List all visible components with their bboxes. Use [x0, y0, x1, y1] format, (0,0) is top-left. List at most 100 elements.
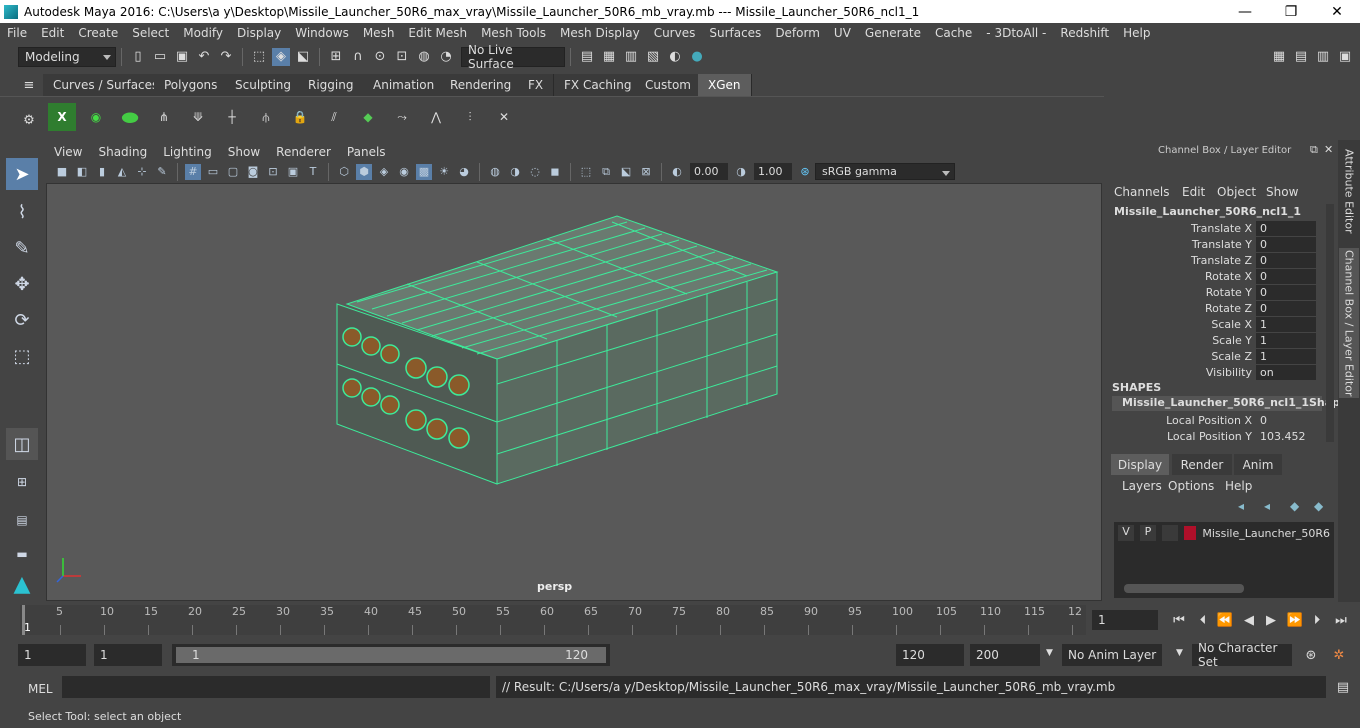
shelf-tab-rigging[interactable]: Rigging	[298, 74, 365, 96]
cb-menu-channels[interactable]: Channels	[1114, 185, 1170, 199]
layer-menu-layers[interactable]: Layers	[1122, 479, 1162, 493]
channel-translate-z[interactable]: Translate Z 0	[1104, 252, 1326, 268]
ipr-render-icon[interactable]: ▥	[622, 48, 640, 66]
cb-menu-edit[interactable]: Edit	[1182, 185, 1205, 199]
color-space-dropdown[interactable]: sRGB gamma	[815, 163, 955, 180]
playback-start-field[interactable]: 1	[94, 644, 162, 666]
tab-attribute-editor[interactable]: Attribute Editor	[1339, 144, 1359, 239]
channel-value[interactable]: 0	[1256, 413, 1316, 428]
move-layer-down-icon[interactable]: ◂	[1264, 499, 1270, 513]
snap-curve-icon[interactable]: ∩	[349, 48, 367, 66]
create-description-icon[interactable]: ⬬	[116, 103, 144, 131]
select-component-icon[interactable]: ⬕	[294, 48, 312, 66]
grease-pencil-icon[interactable]: ✎	[154, 164, 170, 180]
menu-uv[interactable]: UV	[827, 26, 858, 40]
vp-menu-view[interactable]: View	[46, 145, 90, 159]
vp-menu-panels[interactable]: Panels	[339, 145, 394, 159]
smooth-shade-icon[interactable]: ⬢	[356, 163, 372, 180]
character-set-dropdown[interactable]: No Character Set	[1192, 641, 1292, 669]
backface-icon[interactable]: ⊠	[638, 164, 654, 180]
redo-icon[interactable]: ↷	[217, 48, 235, 66]
script-editor-icon[interactable]: ▤	[1334, 678, 1352, 696]
lock-guide-icon[interactable]: 🔒	[286, 103, 314, 131]
channel-value[interactable]: 0	[1256, 252, 1316, 268]
add-guide-plus-icon[interactable]: ┼	[218, 103, 246, 131]
menu-select[interactable]: Select	[125, 26, 176, 40]
maya-home-icon[interactable]: ▲	[6, 568, 38, 600]
close-button[interactable]: ✕	[1314, 4, 1360, 20]
channel-rotate-y[interactable]: Rotate Y 0	[1104, 284, 1326, 300]
channel-value[interactable]: 0	[1256, 268, 1316, 284]
channel-value[interactable]: 1	[1256, 348, 1316, 364]
play-forwards-icon[interactable]: ▶	[1262, 611, 1280, 629]
toggle-panel-icon[interactable]: ▤	[1292, 48, 1310, 66]
play-backwards-icon[interactable]: ◀	[1240, 611, 1258, 629]
resolution-gate-icon[interactable]: ▢	[225, 164, 241, 180]
channel-local-position-x[interactable]: Local Position X 0	[1104, 412, 1326, 428]
sculpt-brush-icon[interactable]: ⤳	[388, 103, 416, 131]
menu-help[interactable]: Help	[1116, 26, 1157, 40]
hair-brush-icon[interactable]: ⋀	[422, 103, 450, 131]
wireframe-on-shaded-icon[interactable]: ◈	[376, 164, 392, 180]
channel-scale-z[interactable]: Scale Z 1	[1104, 348, 1326, 364]
layer-name[interactable]: Missile_Launcher_50R6	[1202, 527, 1330, 540]
float-panel-icon[interactable]: ⧉	[1310, 143, 1318, 157]
layer-menu-help[interactable]: Help	[1225, 479, 1252, 493]
channel-scrollbar[interactable]	[1326, 204, 1334, 442]
textured-icon[interactable]: ◉	[396, 164, 412, 180]
layer-row[interactable]: V P Missile_Launcher_50R6	[1118, 524, 1330, 542]
range-slider-handle[interactable]: 1 120	[176, 647, 606, 663]
interactive-groom-icon[interactable]: ◆	[354, 103, 382, 131]
isolate-select-icon[interactable]: ⬚	[578, 164, 594, 180]
toggle-layers-icon[interactable]: ▣	[1336, 48, 1354, 66]
new-scene-icon[interactable]: ▯	[129, 48, 147, 66]
gamma-field[interactable]: 1.00	[754, 163, 792, 180]
shelf-tab-rendering[interactable]: Rendering	[440, 74, 523, 96]
wireframe-icon[interactable]: ⬡	[336, 164, 352, 180]
outliner-layout-icon[interactable]: ▤	[6, 504, 38, 536]
channel-value[interactable]: 103.452	[1256, 429, 1316, 444]
toggle-channelbox-icon[interactable]: ▥	[1314, 48, 1332, 66]
layer-color-swatch[interactable]	[1183, 526, 1197, 540]
select-camera-icon[interactable]: ■	[54, 164, 70, 180]
render-settings-icon[interactable]: ▤	[578, 48, 596, 66]
grid-icon[interactable]: #	[185, 163, 201, 180]
shelf-tab-xgen[interactable]: XGen	[698, 74, 752, 96]
layer-type-toggle[interactable]	[1161, 525, 1178, 541]
sculpt-guide-icon[interactable]: ⫛	[252, 103, 280, 131]
save-scene-icon[interactable]: ▣	[173, 48, 191, 66]
image-plane-icon[interactable]: ◭	[114, 164, 130, 180]
xray-active-icon[interactable]: ⬕	[618, 164, 634, 180]
bookmark-icon[interactable]: ▮	[94, 164, 110, 180]
safe-action-icon[interactable]: ▣	[285, 164, 301, 180]
menu-surfaces[interactable]: Surfaces	[702, 26, 768, 40]
menu-file[interactable]: File	[0, 26, 34, 40]
single-perspective-layout-icon[interactable]: ◫	[6, 428, 38, 460]
paint-select-tool-icon[interactable]: ✎	[6, 232, 38, 264]
new-layer-icon[interactable]: ◆	[1290, 499, 1299, 513]
step-forward-key-icon[interactable]: ⏩	[1286, 611, 1304, 629]
undo-icon[interactable]: ↶	[195, 48, 213, 66]
scene-start-field[interactable]: 1	[18, 644, 86, 666]
select-object-icon[interactable]: ◈	[272, 47, 290, 66]
go-to-end-icon[interactable]: ⏭	[1332, 611, 1350, 629]
film-gate-icon[interactable]: ▭	[205, 164, 221, 180]
lasso-tool-icon[interactable]: ⌇	[6, 196, 38, 228]
channel-translate-x[interactable]: Translate X 0	[1104, 220, 1326, 236]
object-name[interactable]: Missile_Launcher_50R6_ncl1_1	[1114, 205, 1301, 218]
current-time-indicator[interactable]	[22, 605, 25, 635]
channel-value[interactable]: on	[1256, 364, 1316, 380]
shape-name[interactable]: Missile_Launcher_50R6_ncl1_1Shape	[1112, 396, 1348, 411]
channel-visibility[interactable]: Visibility on	[1104, 364, 1326, 380]
shelf-tab-sculpting[interactable]: Sculpting	[225, 74, 303, 96]
delete-guide-icon[interactable]: ✕	[490, 103, 518, 131]
splines-icon[interactable]: ⫶	[456, 103, 484, 131]
auto-key-icon[interactable]: ⊛	[1302, 646, 1320, 664]
groom-icon[interactable]: ⫽	[320, 103, 348, 131]
menu-redshift[interactable]: Redshift	[1053, 26, 1116, 40]
tab-channel-box-layer-editor[interactable]: Channel Box / Layer Editor	[1339, 248, 1359, 398]
shelf-tab-animation[interactable]: Animation	[363, 74, 446, 96]
menu-mesh-display[interactable]: Mesh Display	[553, 26, 647, 40]
select-hierarchy-icon[interactable]: ⬚	[250, 48, 268, 66]
four-view-layout-icon[interactable]: ⊞	[6, 466, 38, 498]
